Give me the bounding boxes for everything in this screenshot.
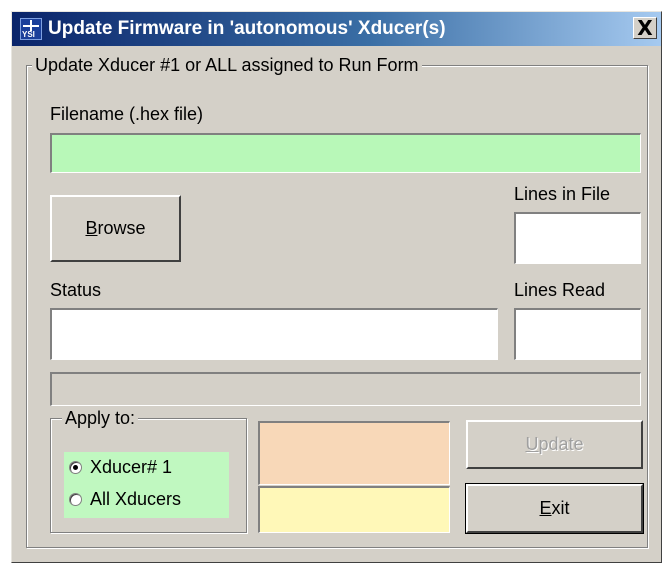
close-icon: X [637,16,653,40]
radio-all-xducers-button[interactable] [69,493,82,506]
update-button[interactable]: Update [466,420,643,469]
progress-bar [50,372,641,406]
update-group-legend: Update Xducer #1 or ALL assigned to Run … [32,55,422,75]
status-label: Status [50,280,102,300]
lines-in-file-label: Lines in File [514,184,611,204]
radio-all-xducers[interactable]: All Xducers [69,489,181,510]
lines-in-file-field[interactable] [514,212,641,264]
exit-button[interactable]: Exit [465,483,644,534]
dialog-window: YSI Update Firmware in 'autonomous' Xduc… [11,11,662,563]
indicator-top [258,421,450,485]
filename-label: Filename (.hex file) [50,104,204,124]
filename-field[interactable] [50,133,641,173]
radio-xducer-1-button[interactable] [69,461,82,474]
title-bar[interactable]: YSI Update Firmware in 'autonomous' Xduc… [12,12,661,46]
browse-button[interactable]: Browse [50,195,181,262]
lines-read-field[interactable] [514,308,641,360]
close-button[interactable]: X [633,17,657,39]
window-title: Update Firmware in 'autonomous' Xducer(s… [48,18,446,39]
status-field[interactable] [50,308,498,360]
radio-all-xducers-label: All Xducers [90,489,182,509]
radio-xducer-1-label: Xducer# 1 [90,457,173,477]
ysi-logo-icon: YSI [20,18,42,40]
apply-to-legend: Apply to: [62,408,139,428]
lines-read-label: Lines Read [514,280,606,300]
indicator-bottom [258,486,450,533]
radio-xducer-1[interactable]: Xducer# 1 [69,457,172,478]
